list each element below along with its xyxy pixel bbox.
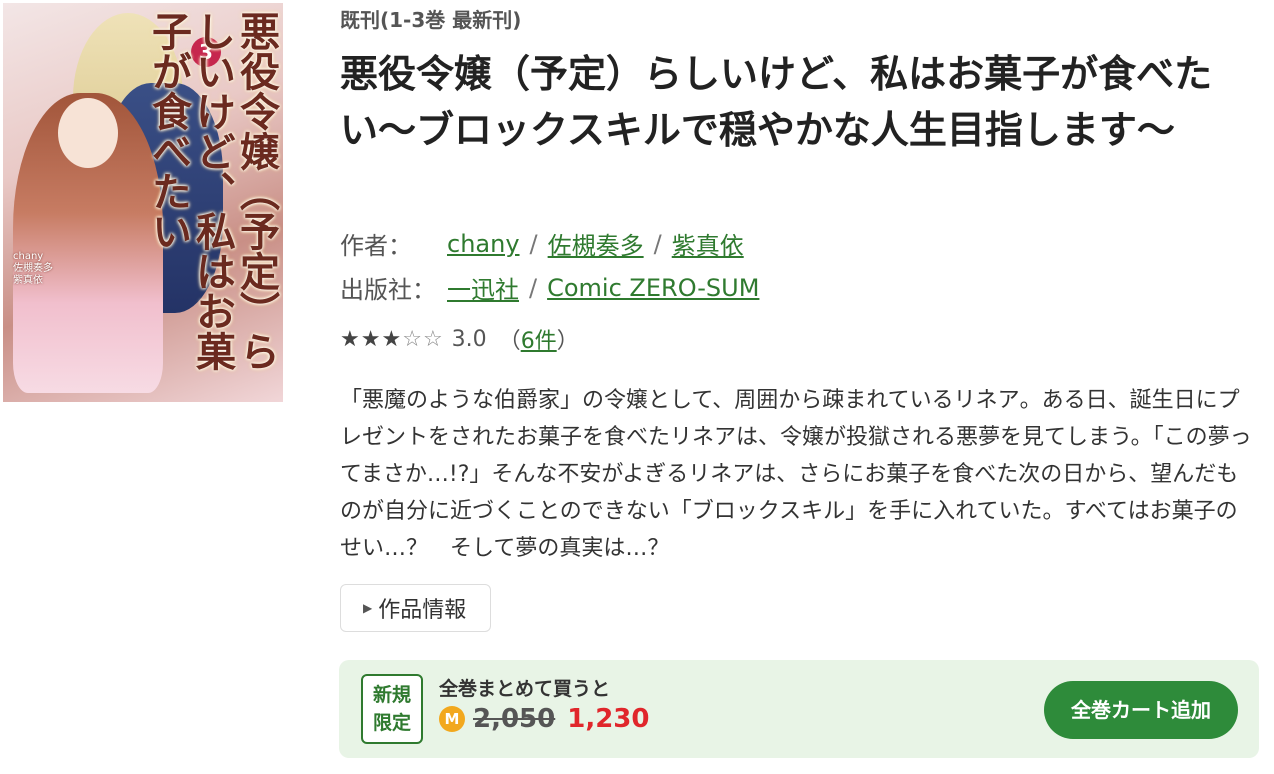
new-user-limited-badge: 新規 限定 bbox=[361, 674, 423, 744]
star-filled-icon: ★ bbox=[381, 326, 403, 352]
add-all-to-cart-button[interactable]: 全巻カート追加 bbox=[1044, 681, 1238, 739]
bulk-caption: 全巻まとめて買うと bbox=[439, 678, 611, 700]
badge-line2: 限定 bbox=[372, 712, 411, 734]
author-separator: / bbox=[529, 229, 538, 258]
author-link-chany[interactable]: chany bbox=[447, 230, 520, 258]
badge-line1: 新規 bbox=[372, 684, 411, 706]
review-count-link[interactable]: 6件 bbox=[521, 323, 557, 355]
publisher-separator: / bbox=[529, 273, 538, 302]
publisher-link-ichijinsha[interactable]: 一迅社 bbox=[447, 270, 519, 305]
cover-title: 悪役令嬢（予定）らしいけど、私はお菓子が食べたい bbox=[145, 11, 280, 371]
star-filled-icon: ★ bbox=[340, 326, 361, 352]
page-title: 悪役令嬢（予定）らしいけど、私はお菓子が食べたい～ブロックスキルで穏やかな人生目… bbox=[340, 52, 1213, 152]
rating-row: ★★★☆☆ 3.0 （ 6件 ） bbox=[340, 323, 579, 355]
publisher-link-zerosum[interactable]: Comic ZERO-SUM bbox=[547, 274, 759, 302]
cover-image[interactable]: 3 悪役令嬢（予定）らしいけど、私はお菓子が食べたい chany 佐槻奏多 紫真… bbox=[3, 3, 283, 402]
cover-authors: chany 佐槻奏多 紫真依 bbox=[13, 251, 53, 286]
volume-status: 既刊(1-3巻 最新刊) bbox=[340, 8, 522, 32]
author-link-satsuki[interactable]: 佐槻奏多 bbox=[548, 226, 644, 261]
star-empty-icon: ☆ bbox=[422, 326, 444, 352]
author-label: 作者： bbox=[340, 232, 412, 260]
original-price: 2,050 bbox=[473, 704, 556, 734]
star-empty-icon: ☆ bbox=[402, 326, 423, 352]
price-row: M 2,050 1,230 bbox=[439, 704, 650, 734]
star-rating-icon: ★★★☆☆ bbox=[340, 327, 444, 352]
description: 「悪魔のような伯爵家」の令嬢として、周囲から疎まれているリネア。ある日、誕生日に… bbox=[340, 388, 1252, 561]
cover-art-face bbox=[58, 98, 118, 168]
star-filled-icon: ★ bbox=[360, 326, 382, 352]
author-row: 作者： chany / 佐槻奏多 / 紫真依 bbox=[340, 226, 744, 261]
work-info-label: 作品情報 bbox=[378, 598, 467, 623]
work-info-toggle[interactable]: ▶ 作品情報 bbox=[340, 584, 491, 632]
coin-icon: M bbox=[439, 706, 465, 732]
rating-score: 3.0 bbox=[451, 326, 487, 352]
author-link-shima[interactable]: 紫真依 bbox=[672, 226, 744, 261]
bulk-purchase-panel: 新規 限定 全巻まとめて買うと M 2,050 1,230 全巻カート追加 bbox=[339, 660, 1259, 758]
publisher-label: 出版社： bbox=[340, 276, 436, 304]
discount-price: 1,230 bbox=[567, 704, 650, 734]
publisher-row: 出版社： 一迅社 / Comic ZERO-SUM bbox=[340, 270, 759, 305]
author-separator: / bbox=[653, 229, 662, 258]
triangle-right-icon: ▶ bbox=[363, 601, 373, 615]
rating-open-paren: （ bbox=[498, 329, 521, 354]
rating-close-paren: ） bbox=[556, 329, 579, 354]
